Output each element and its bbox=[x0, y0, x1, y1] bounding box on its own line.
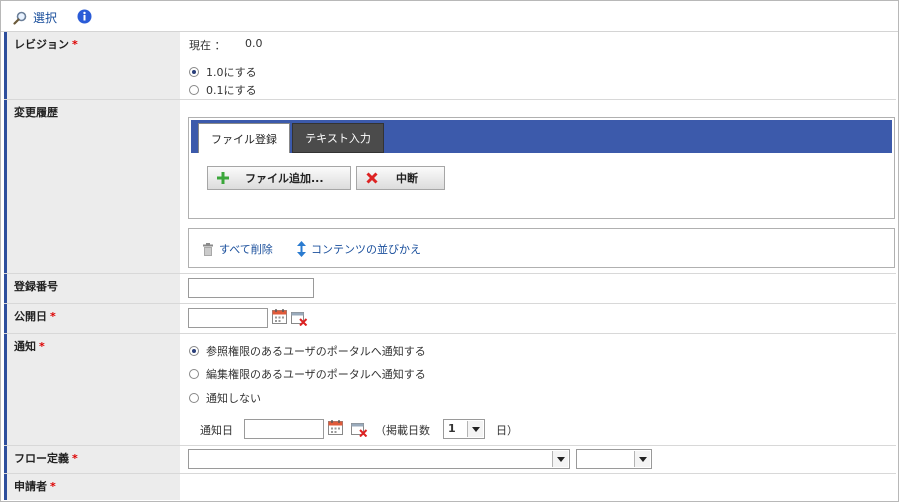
history-row: 変更履歴 ファイル登録 テキスト入力 ファイル追加... 中断 すべて削除 コン… bbox=[4, 100, 896, 274]
notify-option-editors[interactable]: 編集権限のあるユーザのポータルへ通知する bbox=[189, 366, 426, 382]
applicant-row: 申請者 * bbox=[4, 474, 896, 500]
close-icon bbox=[366, 172, 378, 184]
tab-bar: ファイル登録 テキスト入力 bbox=[191, 120, 892, 153]
notify-option-readers[interactable]: 参照権限のあるユーザのポータルへ通知する bbox=[189, 343, 426, 359]
display-days-label: （掲載日数 bbox=[375, 424, 430, 437]
revision-option-1-0[interactable]: 1.0にする bbox=[189, 64, 257, 80]
display-days-suffix: 日） bbox=[496, 424, 518, 437]
applicant-label: 申請者 * bbox=[4, 474, 180, 500]
trash-icon bbox=[203, 242, 213, 256]
calendar-icon[interactable] bbox=[272, 309, 287, 324]
revision-label: レビジョン * bbox=[4, 32, 180, 99]
plus-icon bbox=[217, 172, 229, 184]
toolbar: 選択 bbox=[1, 1, 898, 32]
reg-number-input[interactable] bbox=[188, 278, 314, 298]
upload-panel: ファイル登録 テキスト入力 ファイル追加... 中断 bbox=[188, 117, 895, 219]
notify-row: 通知 * 参照権限のあるユーザのポータルへ通知する 編集権限のあるユーザのポータル… bbox=[4, 334, 896, 446]
reg-number-label: 登録番号 bbox=[4, 274, 180, 303]
sort-contents-link[interactable]: コンテンツの並びかえ bbox=[297, 241, 421, 257]
add-file-button[interactable]: ファイル追加... bbox=[207, 166, 351, 190]
content-actions: すべて削除 コンテンツの並びかえ bbox=[188, 228, 895, 268]
tab-text-input[interactable]: テキスト入力 bbox=[292, 123, 384, 153]
current-revision-value: 0.0 bbox=[245, 37, 263, 50]
info-icon[interactable] bbox=[77, 9, 92, 27]
notify-label: 通知 * bbox=[4, 334, 180, 445]
abort-button[interactable]: 中断 bbox=[356, 166, 445, 190]
notify-date-label: 通知日 bbox=[200, 424, 233, 437]
chevron-down-icon bbox=[552, 451, 568, 467]
tab-file-register[interactable]: ファイル登録 bbox=[198, 123, 290, 153]
display-days-select[interactable]: 1 bbox=[443, 419, 485, 439]
notify-date-input[interactable] bbox=[244, 419, 324, 439]
chevron-down-icon bbox=[634, 451, 650, 467]
form-frame: 選択 レビジョン * 現在 ： 0.0 1.0にする 0.1にする 変更履歴 ファ… bbox=[0, 0, 899, 502]
revision-row: レビジョン * 現在 ： 0.0 1.0にする 0.1にする bbox=[4, 32, 896, 100]
chevron-down-icon bbox=[467, 421, 483, 437]
publish-date-label: 公開日 * bbox=[4, 304, 180, 333]
notify-option-none[interactable]: 通知しない bbox=[189, 390, 261, 406]
flow-label: フロー定義 * bbox=[4, 446, 180, 473]
revision-option-0-1[interactable]: 0.1にする bbox=[189, 82, 257, 98]
current-revision-label: 現在 ： bbox=[189, 39, 226, 52]
select-button[interactable]: 選択 bbox=[13, 9, 57, 26]
history-label: 変更履歴 bbox=[4, 100, 180, 273]
clear-date-icon[interactable] bbox=[351, 423, 368, 437]
publish-date-row: 公開日 * bbox=[4, 304, 896, 334]
select-label: 選択 bbox=[33, 11, 58, 25]
flow-sub-select[interactable] bbox=[576, 449, 652, 469]
reg-number-row: 登録番号 bbox=[4, 274, 896, 304]
publish-date-input[interactable] bbox=[188, 308, 268, 328]
calendar-icon[interactable] bbox=[328, 420, 343, 435]
search-icon bbox=[13, 11, 27, 25]
clear-date-icon[interactable] bbox=[291, 312, 308, 326]
flow-select[interactable] bbox=[188, 449, 570, 469]
flow-row: フロー定義 * bbox=[4, 446, 896, 474]
sort-arrows-icon bbox=[297, 241, 306, 257]
delete-all-link[interactable]: すべて削除 bbox=[202, 241, 273, 257]
